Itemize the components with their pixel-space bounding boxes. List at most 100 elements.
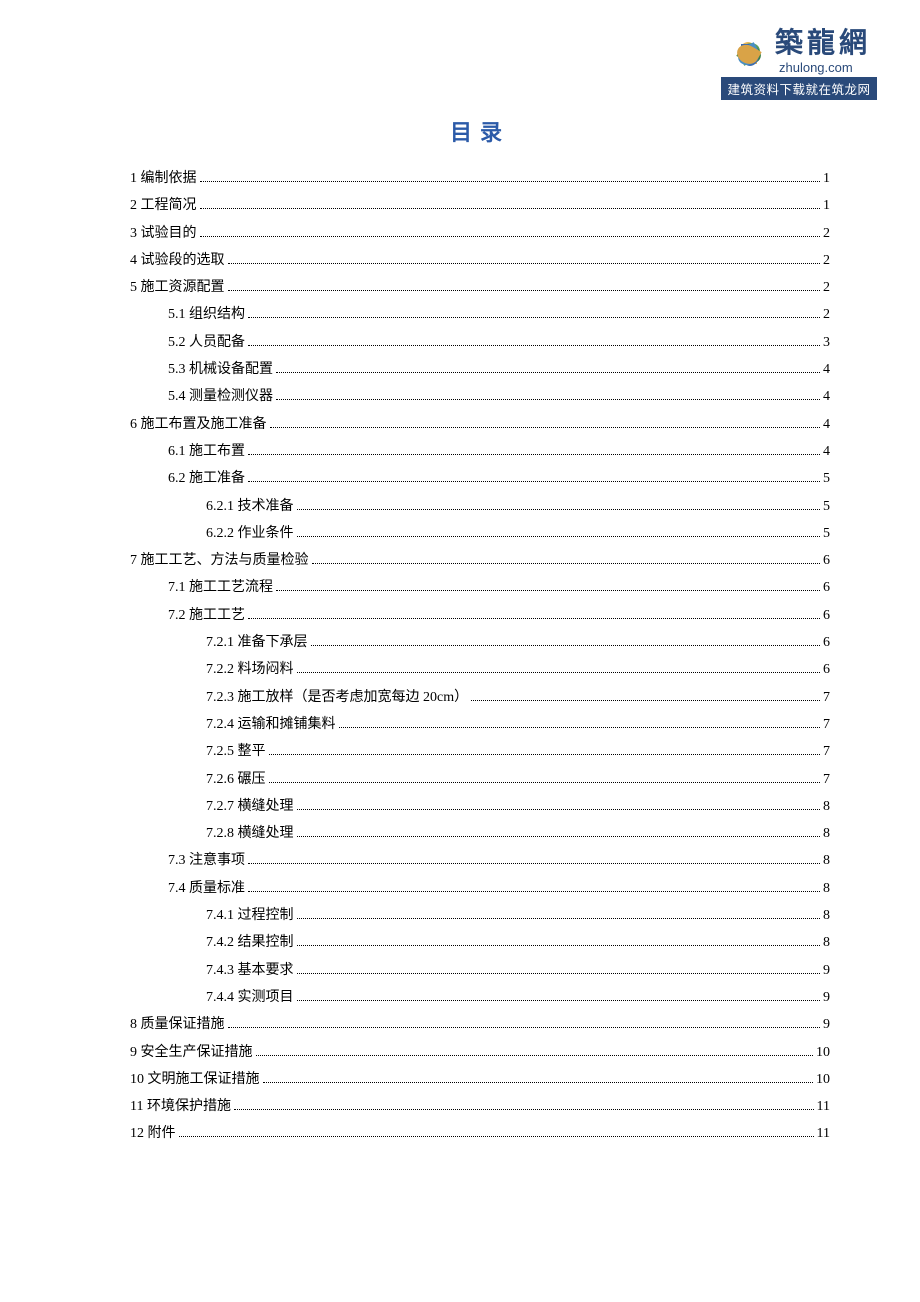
toc-dot-leader (228, 290, 821, 291)
toc-entry-label: 6.2.2 作业条件 (206, 520, 294, 547)
toc-dot-leader (263, 1082, 814, 1083)
page-content: 目录 1 编制依据12 工程简况13 试验目的24 试验段的选取25 施工资源配… (0, 0, 920, 1148)
toc-entry: 7.4.1 过程控制8 (130, 902, 830, 929)
toc-entry: 6.2 施工准备 5 (130, 465, 830, 492)
toc-entry-label: 7.2.7 横缝处理 (206, 793, 294, 820)
toc-dot-leader (311, 645, 821, 646)
toc-entry-page: 4 (823, 356, 830, 383)
toc-entry-label: 5.2 人员配备 (168, 329, 245, 356)
toc-entry: 6.1 施工布置4 (130, 438, 830, 465)
toc-entry: 12 附件11 (130, 1120, 830, 1147)
toc-dot-leader (297, 536, 821, 537)
toc-entry: 7.4.2 结果控制8 (130, 929, 830, 956)
toc-entry-page: 6 (823, 574, 830, 601)
logo-text-block: 築龍網 zhulong.com (775, 30, 871, 75)
toc-entry-label: 6.2 施工准备 (168, 465, 245, 492)
toc-dot-leader (297, 918, 821, 919)
logo-cn-text: 築龍網 (775, 30, 871, 58)
toc-dot-leader (297, 973, 821, 974)
toc-entry: 2 工程简况 1 (130, 192, 830, 219)
toc-entry-page: 9 (823, 984, 830, 1011)
toc-dot-leader (228, 1027, 821, 1028)
toc-entry-label: 11 环境保护措施 (130, 1093, 231, 1120)
toc-entry: 5.3 机械设备配置4 (130, 356, 830, 383)
toc-entry: 11 环境保护措施 11 (130, 1093, 830, 1120)
toc-entry-label: 7.4 质量标准 (168, 875, 245, 902)
toc-dot-leader (297, 836, 821, 837)
toc-entry: 7.2.8 横缝处理 8 (130, 820, 830, 847)
toc-entry-label: 7.2 施工工艺 (168, 602, 245, 629)
logo-en-text: zhulong.com (779, 60, 853, 75)
toc-list: 1 编制依据12 工程简况13 试验目的24 试验段的选取25 施工资源配置25… (130, 165, 830, 1148)
toc-dot-leader (471, 700, 820, 701)
toc-dot-leader (339, 727, 821, 728)
toc-dot-leader (200, 208, 821, 209)
toc-entry: 7.2.3 施工放样（是否考虑加宽每边 20cm）7 (130, 684, 830, 711)
toc-dot-leader (297, 945, 821, 946)
toc-dot-leader (276, 399, 820, 400)
toc-entry-label: 1 编制依据 (130, 165, 197, 192)
toc-entry: 1 编制依据1 (130, 165, 830, 192)
toc-entry-label: 7.4.3 基本要求 (206, 957, 294, 984)
toc-entry-label: 2 工程简况 (130, 192, 197, 219)
toc-entry-page: 7 (823, 684, 830, 711)
toc-entry-page: 7 (823, 711, 830, 738)
toc-entry-page: 5 (823, 465, 830, 492)
toc-entry: 7 施工工艺、方法与质量检验6 (130, 547, 830, 574)
toc-entry-page: 4 (823, 411, 830, 438)
toc-entry: 7.4.4 实测项目9 (130, 984, 830, 1011)
toc-entry-page: 1 (823, 192, 830, 219)
toc-entry: 10 文明施工保证措施10 (130, 1066, 830, 1093)
toc-entry-label: 4 试验段的选取 (130, 247, 225, 274)
toc-dot-leader (248, 481, 820, 482)
toc-dot-leader (248, 863, 820, 864)
toc-dot-leader (269, 754, 821, 755)
toc-entry-page: 9 (823, 957, 830, 984)
toc-entry: 9 安全生产保证措施10 (130, 1039, 830, 1066)
toc-entry-page: 8 (823, 875, 830, 902)
toc-entry-page: 2 (823, 220, 830, 247)
toc-entry: 7.2.7 横缝处理 8 (130, 793, 830, 820)
toc-entry-page: 6 (823, 629, 830, 656)
toc-title: 目录 (130, 115, 830, 147)
toc-dot-leader (297, 672, 821, 673)
toc-dot-leader (270, 427, 821, 428)
toc-entry-label: 6.2.1 技术准备 (206, 493, 294, 520)
toc-entry: 7.4 质量标准 8 (130, 875, 830, 902)
toc-entry-page: 5 (823, 493, 830, 520)
toc-entry-page: 8 (823, 847, 830, 874)
toc-entry-label: 9 安全生产保证措施 (130, 1039, 253, 1066)
toc-entry-label: 5 施工资源配置 (130, 274, 225, 301)
toc-dot-leader (248, 618, 820, 619)
toc-dot-leader (312, 563, 821, 564)
toc-entry-page: 8 (823, 793, 830, 820)
toc-entry-page: 4 (823, 383, 830, 410)
toc-entry-page: 3 (823, 329, 830, 356)
toc-entry-page: 8 (823, 929, 830, 956)
toc-entry-label: 6.1 施工布置 (168, 438, 245, 465)
toc-entry: 5.2 人员配备 3 (130, 329, 830, 356)
toc-entry: 7.3 注意事项8 (130, 847, 830, 874)
toc-entry-page: 5 (823, 520, 830, 547)
toc-entry: 5 施工资源配置 2 (130, 274, 830, 301)
toc-entry-page: 2 (823, 274, 830, 301)
toc-entry: 5.1 组织结构2 (130, 301, 830, 328)
toc-entry-label: 7.1 施工工艺流程 (168, 574, 273, 601)
toc-entry-page: 11 (817, 1093, 830, 1120)
toc-entry-label: 5.4 测量检测仪器 (168, 383, 273, 410)
toc-entry-page: 7 (823, 738, 830, 765)
toc-dot-leader (297, 1000, 821, 1001)
toc-dot-leader (248, 345, 820, 346)
toc-dot-leader (248, 317, 820, 318)
toc-dot-leader (200, 236, 821, 237)
toc-dot-leader (179, 1136, 814, 1137)
toc-entry-label: 7.4.1 过程控制 (206, 902, 294, 929)
toc-entry-page: 6 (823, 602, 830, 629)
toc-entry: 4 试验段的选取2 (130, 247, 830, 274)
toc-entry: 8 质量保证措施9 (130, 1011, 830, 1038)
toc-dot-leader (276, 590, 820, 591)
toc-entry-page: 8 (823, 820, 830, 847)
toc-dot-leader (276, 372, 820, 373)
toc-entry-page: 10 (816, 1066, 830, 1093)
toc-entry-label: 7.2.8 横缝处理 (206, 820, 294, 847)
